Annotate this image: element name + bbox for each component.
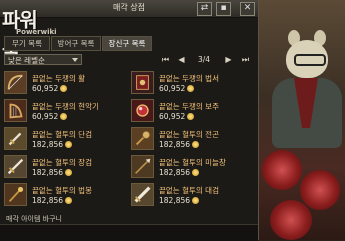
shop-item[interactable]: 끝없는 혈투의 미늘창 182,856: [127, 154, 251, 180]
shop-item[interactable]: 끝없는 혈투의 단검 182,856: [0, 126, 124, 152]
first-page-icon[interactable]: ⏮: [160, 54, 171, 65]
shop-item[interactable]: 끝없는 두쟁의 법서 60,952: [127, 70, 251, 96]
rose-decoration: [300, 170, 340, 210]
mace-icon: [131, 127, 154, 150]
harp-icon: [4, 99, 27, 122]
page-indicator: 3/4: [198, 55, 211, 64]
greatsword-icon: [131, 183, 154, 206]
next-page-icon[interactable]: ▶: [223, 54, 234, 65]
character-glasses: [294, 54, 326, 66]
tab-accessories[interactable]: 장신구 목록: [102, 36, 152, 51]
staff-icon: [4, 183, 27, 206]
filter-bar: 낮은 레벨순 ⏮ ◀ 3/4 ▶ ⏭: [0, 53, 258, 67]
spellbook-icon: [131, 71, 154, 94]
shop-item[interactable]: 끝없는 혈투의 장검 182,856: [0, 154, 124, 180]
dagger-icon: [4, 127, 27, 150]
sell-cart-slots[interactable]: [0, 224, 258, 241]
gold-coin-icon: [65, 197, 73, 204]
shop-item[interactable]: 끝없는 혈투의 전곤 182,856: [127, 126, 251, 152]
gold-coin-icon: [192, 141, 200, 148]
last-page-icon[interactable]: ⏭: [240, 54, 251, 65]
orb-icon: [131, 99, 154, 122]
watermark-logo: 파워북 Powerwiki: [2, 8, 57, 61]
gold-coin-icon: [187, 113, 195, 120]
gold-coin-icon: [60, 85, 68, 92]
polearm-icon: [131, 155, 154, 178]
sell-cart-label: 매각 아이템 바구니: [6, 215, 62, 223]
close-button[interactable]: ✕: [240, 2, 255, 16]
gold-coin-icon: [187, 85, 195, 92]
shop-item[interactable]: 끝없는 두쟁의 보주 60,952: [127, 98, 251, 124]
bow-icon: [4, 71, 27, 94]
shop-item[interactable]: 끝없는 두쟁의 활 60,952: [0, 70, 124, 96]
chevron-down-icon: [72, 58, 78, 62]
sell-shop-window: 매각 상점 ⇄ ▪ ✕ 파워북 Powerwiki 무기 목록 방어구 목록 장…: [0, 0, 259, 241]
shop-item[interactable]: 끝없는 두쟁의 현악기 60,952: [0, 98, 124, 124]
shop-item[interactable]: 끝없는 혈투의 법봉 182,856: [0, 182, 124, 208]
tab-armor[interactable]: 방어구 목록: [51, 36, 101, 51]
prev-page-icon[interactable]: ◀: [176, 54, 187, 65]
sort-dropdown-value: 낮은 레벨순: [8, 56, 45, 65]
gold-coin-icon: [192, 197, 200, 204]
gold-coin-icon: [65, 169, 73, 176]
gold-coin-icon: [65, 141, 73, 148]
rose-decoration: [262, 150, 302, 190]
gold-coin-icon: [60, 113, 68, 120]
minimize-button[interactable]: ▪: [216, 2, 231, 16]
longsword-icon: [4, 155, 27, 178]
refresh-button[interactable]: ⇄: [197, 2, 212, 16]
tab-weapons[interactable]: 무기 목록: [4, 36, 50, 51]
gold-coin-icon: [192, 169, 200, 176]
sort-dropdown[interactable]: 낮은 레벨순: [4, 54, 82, 65]
shop-item[interactable]: 끝없는 혈투의 대검 182,856: [127, 182, 251, 208]
rose-decoration: [270, 200, 312, 240]
